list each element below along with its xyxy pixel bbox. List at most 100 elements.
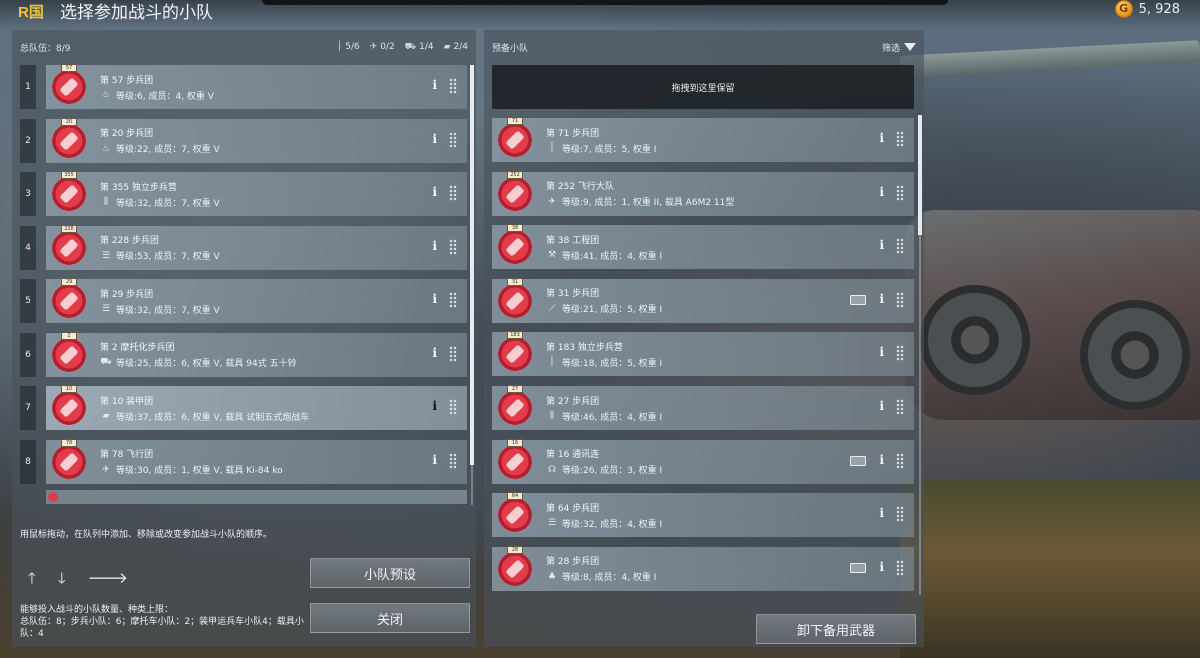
- reserve-squad-row[interactable]: 71 第 71 步兵团 │ 等级:7, 成员：5, 权重 I i: [492, 117, 914, 162]
- drag-handle-icon[interactable]: [896, 345, 904, 362]
- squad-stats-text: 等级:18, 成员：5, 权重 I: [562, 358, 663, 369]
- info-icon[interactable]: i: [432, 185, 437, 199]
- info-icon[interactable]: i: [879, 185, 884, 199]
- right-scrollbar-thumb[interactable]: [918, 115, 922, 235]
- squad-text: 第 10 装甲团 ▰ 等级:37, 成员：6, 权重 V, 载具 试制五式炮战车: [100, 394, 309, 423]
- drag-handle-icon[interactable]: [449, 452, 457, 469]
- drag-handle-icon[interactable]: [449, 78, 457, 94]
- squad-card[interactable]: 27 第 27 步兵团 ⫼ 等级:46, 成员：4, 权重 I i: [492, 385, 914, 430]
- info-icon[interactable]: i: [432, 453, 437, 467]
- squad-card[interactable]: 10 第 10 装甲团 ▰ 等级:37, 成员：6, 权重 V, 载具 试制五式炮战车…: [46, 385, 467, 430]
- spare-weapons-icon[interactable]: [850, 455, 866, 466]
- left-scrollbar-thumb[interactable]: [470, 65, 474, 465]
- squad-stats-text: 等级:7, 成员：5, 权重 I: [562, 144, 657, 155]
- squad-info: ☰ 等级:32, 成员：4, 权重 I: [546, 517, 662, 530]
- battle-squad-row[interactable]: 7 10 第 10 装甲团 ▰ 等级:37, 成员：6, 权重 V, 载具 试制五式炮战…: [20, 385, 467, 430]
- squad-stats-text: 等级:6, 成员：4, 权重 V: [116, 91, 214, 102]
- spare-weapons-icon[interactable]: [850, 562, 866, 573]
- drag-handle-icon[interactable]: [449, 238, 457, 255]
- squad-stats-text: 等级:25, 成员：6, 权重 V, 载具 94式 五十铃: [116, 359, 297, 369]
- info-icon[interactable]: i: [879, 453, 884, 467]
- squad-card[interactable]: 20 第 20 步兵团 ♨ 等级:22, 成员：7, 权重 V i: [46, 117, 467, 163]
- squad-emblem-icon: 31: [498, 277, 532, 318]
- squad-number-tag: 38: [507, 224, 523, 233]
- squad-emblem-icon: 27: [498, 385, 532, 425]
- battle-squad-row[interactable]: 4 228 第 228 步兵团 ☰ 等级:53, 成员：7, 权重 V i: [20, 224, 467, 270]
- reserve-squad-row[interactable]: 27 第 27 步兵团 ⫼ 等级:46, 成员：4, 权重 I i: [492, 385, 914, 430]
- close-button[interactable]: 关闭: [310, 603, 470, 633]
- drag-handle-icon[interactable]: [896, 399, 904, 415]
- info-icon[interactable]: i: [879, 238, 884, 252]
- reserve-squad-row[interactable]: 183 第 183 独立步兵营 │ 等级:18, 成员：5, 权重 I i: [492, 331, 914, 377]
- drag-handle-icon[interactable]: [449, 399, 457, 415]
- info-icon[interactable]: i: [432, 239, 437, 253]
- squad-card[interactable]: 16 第 16 通讯连 ☊ 等级:26, 成员：3, 权重 I i: [492, 438, 914, 484]
- battle-squad-row[interactable]: 3 355 第 355 独立步兵营 ⫼ 等级:32, 成员：7, 权重 V i: [20, 171, 467, 216]
- info-icon[interactable]: i: [879, 506, 884, 520]
- info-icon[interactable]: i: [432, 346, 437, 360]
- info-icon[interactable]: i: [432, 78, 437, 92]
- drag-handle-icon[interactable]: [449, 131, 457, 148]
- drag-handle-icon[interactable]: [896, 131, 904, 147]
- arrow-up-icon[interactable]: 🡑: [28, 568, 36, 593]
- squad-card[interactable]: 71 第 71 步兵团 │ 等级:7, 成员：5, 权重 I i: [492, 117, 914, 162]
- squad-card[interactable]: 183 第 183 独立步兵营 │ 等级:18, 成员：5, 权重 I i: [492, 331, 914, 377]
- info-icon[interactable]: i: [432, 292, 437, 306]
- squad-card[interactable]: 355 第 355 独立步兵营 ⫼ 等级:32, 成员：7, 权重 V i: [46, 171, 467, 216]
- squad-card[interactable]: 64 第 64 步兵团 ☰ 等级:32, 成员：4, 权重 I i: [492, 492, 914, 538]
- squad-number-tag: 31: [507, 277, 523, 286]
- drag-handle-icon[interactable]: [896, 452, 904, 469]
- arrow-right-icon[interactable]: 🡒: [88, 568, 128, 593]
- squad-card[interactable]: 29 第 29 步兵团 ☰ 等级:32, 成员：7, 权重 V i: [46, 278, 467, 323]
- drag-handle-icon[interactable]: [896, 506, 904, 523]
- reserve-squad-row[interactable]: 252 第 252 飞行大队 ✈ 等级:9, 成员：1, 权重 II, 载具 A6M2…: [492, 170, 914, 216]
- filter-button[interactable]: 筛选: [882, 41, 916, 54]
- drag-handle-icon[interactable]: [896, 238, 904, 255]
- squad-card[interactable]: 228 第 228 步兵团 ☰ 等级:53, 成员：7, 权重 V i: [46, 224, 467, 270]
- info-icon[interactable]: i: [432, 399, 437, 413]
- stat-tank: ▰ 2/4: [443, 42, 468, 52]
- info-icon[interactable]: i: [432, 132, 437, 146]
- squad-card[interactable]: 78 第 78 飞行团 ✈ 等级:30, 成员：1, 权重 V, 载具 Ki-84 k…: [46, 438, 467, 484]
- reserve-squad-row[interactable]: 31 第 31 步兵团 ⟋ 等级:21, 成员：5, 权重 I i: [492, 277, 914, 323]
- reserve-squad-row[interactable]: 38 第 38 工程团 ⚒ 等级:41, 成员：4, 权重 I i: [492, 224, 914, 270]
- squad-stats-text: 等级:32, 成员：7, 权重 V: [116, 198, 220, 209]
- battle-squad-row[interactable]: 8 78 第 78 飞行团 ✈ 等级:30, 成员：1, 权重 V, 载具 Ki-84 …: [20, 438, 467, 484]
- drag-handle-icon[interactable]: [449, 185, 457, 201]
- drag-handle-icon[interactable]: [449, 345, 457, 362]
- info-icon[interactable]: i: [879, 131, 884, 145]
- squad-preset-button[interactable]: 小队预设: [310, 558, 470, 588]
- battle-squad-row[interactable]: 5 29 第 29 步兵团 ☰ 等级:32, 成员：7, 权重 V i: [20, 278, 467, 323]
- info-icon[interactable]: i: [879, 560, 884, 574]
- drag-handle-icon[interactable]: [896, 291, 904, 308]
- squad-card[interactable]: 2 第 2 摩托化步兵团 ⛟ 等级:25, 成员：6, 权重 V, 载具 94式 五十…: [46, 331, 467, 377]
- unequip-weapons-button[interactable]: 卸下备用武器: [756, 614, 916, 644]
- squad-card[interactable]: 252 第 252 飞行大队 ✈ 等级:9, 成员：1, 权重 II, 载具 A6M2…: [492, 170, 914, 216]
- drag-handle-icon[interactable]: [449, 292, 457, 308]
- squad-stats-text: 等级:21, 成员：5, 权重 I: [562, 305, 663, 316]
- info-icon[interactable]: i: [879, 292, 884, 306]
- drag-handle-icon[interactable]: [896, 184, 904, 201]
- squad-stats-text: 等级:9, 成员：1, 权重 II, 载具 A6M2 11型: [562, 198, 735, 209]
- fire-icon: ♣: [547, 571, 557, 582]
- squad-name: 第 10 装甲团: [100, 396, 154, 407]
- drag-handle-icon[interactable]: [896, 559, 904, 576]
- squad-emblem-icon: 64: [498, 492, 532, 533]
- battle-squad-row[interactable]: 1 57 第 57 步兵团 ♨ 等级:6, 成员：4, 权重 V i: [20, 64, 467, 109]
- squad-card[interactable]: 28 第 28 步兵团 ♣ 等级:8, 成员：4, 权重 I i: [492, 545, 914, 591]
- squad-card[interactable]: 38 第 38 工程团 ⚒ 等级:41, 成员：4, 权重 I i: [492, 224, 914, 270]
- spare-weapons-icon[interactable]: [850, 294, 866, 305]
- reserve-drop-zone[interactable]: 拖拽到这里保留: [492, 65, 914, 109]
- reserve-squad-row[interactable]: 16 第 16 通讯连 ☊ 等级:26, 成员：3, 权重 I i: [492, 438, 914, 484]
- list-item-partial[interactable]: [46, 490, 467, 504]
- info-icon[interactable]: i: [879, 399, 884, 413]
- squad-card[interactable]: 31 第 31 步兵团 ⟋ 等级:21, 成员：5, 权重 I i: [492, 277, 914, 323]
- battle-squad-row[interactable]: 2 20 第 20 步兵团 ♨ 等级:22, 成员：7, 权重 V i: [20, 117, 467, 163]
- reserve-squad-row[interactable]: 28 第 28 步兵团 ♣ 等级:8, 成员：4, 权重 I i: [492, 545, 914, 591]
- squad-order-number: 1: [20, 65, 36, 109]
- arrow-down-icon[interactable]: 🡓: [58, 568, 66, 593]
- squad-card[interactable]: 57 第 57 步兵团 ♨ 等级:6, 成员：4, 权重 V i: [46, 64, 467, 109]
- battle-squad-row[interactable]: 6 2 第 2 摩托化步兵团 ⛟ 等级:25, 成员：6, 权重 V, 载具 94式 五…: [20, 331, 467, 377]
- info-icon[interactable]: i: [879, 345, 884, 359]
- reserve-squad-row[interactable]: 64 第 64 步兵团 ☰ 等级:32, 成员：4, 权重 I i: [492, 492, 914, 538]
